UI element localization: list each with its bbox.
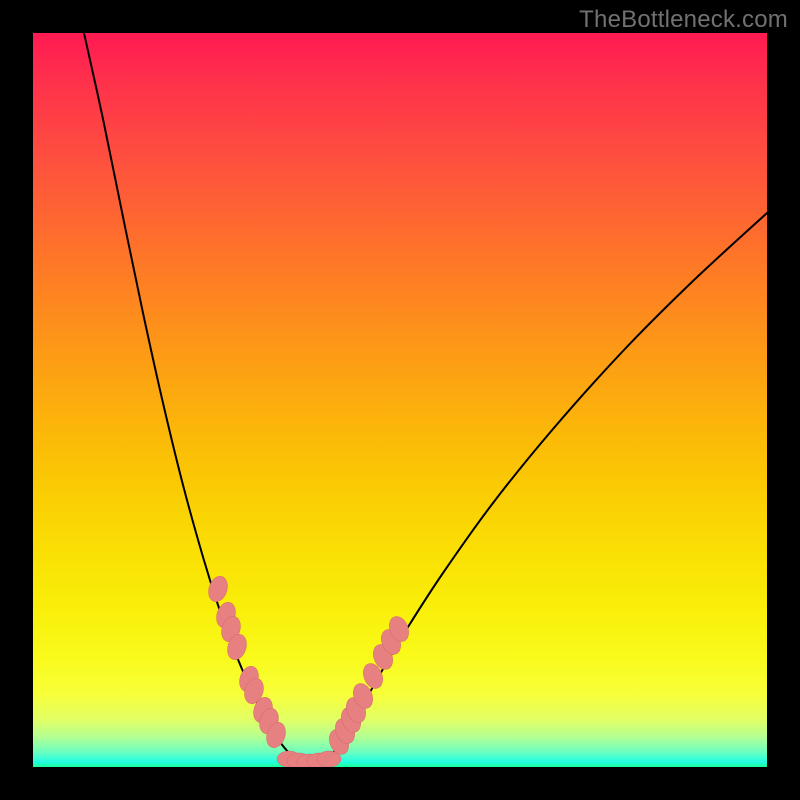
watermark-text: TheBottleneck.com [579,6,788,34]
curve-group [84,33,767,762]
chart-frame: TheBottleneck.com [0,0,800,800]
curve-layer [33,33,767,767]
plot-area [33,33,767,767]
